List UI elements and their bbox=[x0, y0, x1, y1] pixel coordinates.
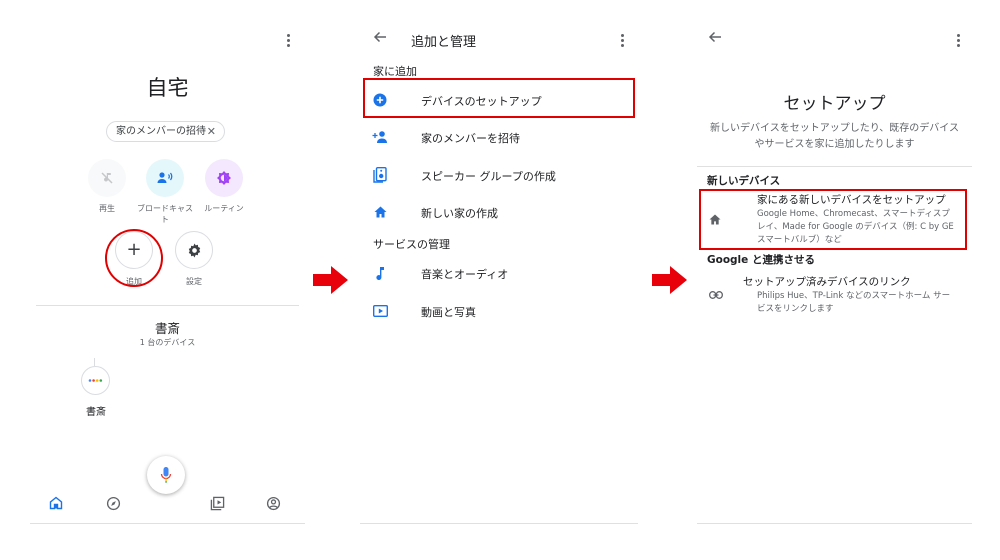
section-manage-services: サービスの管理 bbox=[373, 238, 450, 251]
mic-icon bbox=[160, 467, 172, 483]
more-menu-icon[interactable] bbox=[615, 32, 629, 48]
close-icon[interactable]: ✕ bbox=[207, 122, 216, 141]
settings-button[interactable] bbox=[175, 231, 213, 269]
page-title: セットアップ bbox=[783, 94, 886, 114]
highlight-box bbox=[363, 78, 635, 118]
room-device-count: 1 台のデバイス bbox=[139, 338, 196, 347]
menu-label: 音楽とオーディオ bbox=[421, 268, 509, 281]
setup-screen: セットアップ 新しいデバイスをセットアップしたり、既存のデバイス やサービスを家… bbox=[697, 0, 972, 530]
menu-label: スピーカー グループの作成 bbox=[421, 170, 556, 183]
link-icon bbox=[709, 291, 723, 299]
bottom-edge bbox=[697, 523, 972, 524]
more-menu-icon[interactable] bbox=[951, 32, 965, 48]
routine-label: ルーティン bbox=[204, 204, 244, 213]
routine-button[interactable] bbox=[205, 159, 243, 197]
page-title: 追加と管理 bbox=[411, 35, 477, 50]
section-divider bbox=[36, 305, 299, 306]
person-add-icon bbox=[372, 131, 387, 143]
gear-icon bbox=[188, 242, 200, 258]
menu-video-photo[interactable]: 動画と写真 bbox=[360, 294, 638, 328]
home-title: 自宅 bbox=[146, 76, 189, 100]
add-manage-screen: 追加と管理 家に追加 デバイスのセットアップ 家のメンバーを招待 スピーカー グ… bbox=[360, 0, 638, 530]
no-music-icon bbox=[101, 172, 113, 184]
section-divider bbox=[697, 166, 972, 167]
section-add-home: 家に追加 bbox=[373, 65, 417, 78]
item-description: Philips Hue、TP-Link などのスマートホーム サー ビスをリンク… bbox=[757, 291, 951, 314]
section-new-devices: 新しいデバイス bbox=[707, 175, 781, 187]
speaker-group-icon bbox=[373, 167, 387, 183]
arrow-right-icon bbox=[652, 266, 687, 294]
media-icon[interactable] bbox=[208, 494, 226, 512]
home-icon bbox=[374, 206, 386, 218]
menu-new-home[interactable]: 新しい家の作成 bbox=[360, 195, 638, 229]
broadcast-label: ブロードキャスト bbox=[137, 204, 193, 224]
bottom-edge bbox=[30, 523, 305, 524]
link-device-item[interactable]: セットアップ済みデバイスのリンク Philips Hue、TP-Link などの… bbox=[697, 272, 967, 318]
settings-label: 設定 bbox=[186, 277, 202, 286]
account-icon[interactable] bbox=[264, 494, 282, 512]
more-menu-icon[interactable] bbox=[281, 32, 295, 48]
music-note-icon bbox=[376, 267, 384, 280]
play-button[interactable] bbox=[88, 159, 126, 197]
highlight-circle bbox=[105, 229, 163, 287]
device-label: 書斎 bbox=[86, 407, 106, 418]
home-screen: 自宅 家のメンバーの招待 ✕ 再生 ブロードキャスト ルーティン + 追加 設定… bbox=[30, 0, 305, 530]
home-icon[interactable] bbox=[47, 494, 65, 512]
speaker-icon bbox=[81, 366, 110, 395]
broadcast-icon bbox=[157, 172, 173, 183]
discover-icon[interactable] bbox=[104, 494, 122, 512]
back-arrow-icon[interactable] bbox=[372, 29, 392, 49]
menu-label: 新しい家の作成 bbox=[421, 207, 498, 220]
item-title: セットアップ済みデバイスのリンク bbox=[743, 276, 911, 288]
menu-invite-member[interactable]: 家のメンバーを招待 bbox=[360, 120, 638, 154]
arrow-right-icon bbox=[313, 266, 348, 294]
routine-icon bbox=[217, 171, 231, 185]
section-google-link: Google と連携させる bbox=[707, 254, 815, 266]
page-description: 新しいデバイスをセットアップしたり、既存のデバイス やサービスを家に追加したりし… bbox=[710, 123, 959, 150]
video-icon bbox=[372, 305, 388, 317]
menu-label: 家のメンバーを招待 bbox=[421, 132, 520, 145]
highlight-box bbox=[699, 189, 967, 250]
broadcast-button[interactable] bbox=[146, 159, 184, 197]
invite-member-chip[interactable]: 家のメンバーの招待 ✕ bbox=[106, 121, 225, 142]
menu-speaker-group[interactable]: スピーカー グループの作成 bbox=[360, 158, 638, 192]
bottom-edge bbox=[360, 523, 638, 524]
menu-label: 動画と写真 bbox=[421, 306, 476, 319]
mic-button[interactable] bbox=[147, 456, 185, 494]
play-label: 再生 bbox=[99, 204, 115, 213]
back-arrow-icon[interactable] bbox=[707, 29, 727, 49]
room-title: 書斎 bbox=[154, 321, 180, 336]
chip-label: 家のメンバーの招待 bbox=[116, 126, 206, 137]
device-tile[interactable] bbox=[78, 358, 114, 398]
menu-music-audio[interactable]: 音楽とオーディオ bbox=[360, 256, 638, 290]
